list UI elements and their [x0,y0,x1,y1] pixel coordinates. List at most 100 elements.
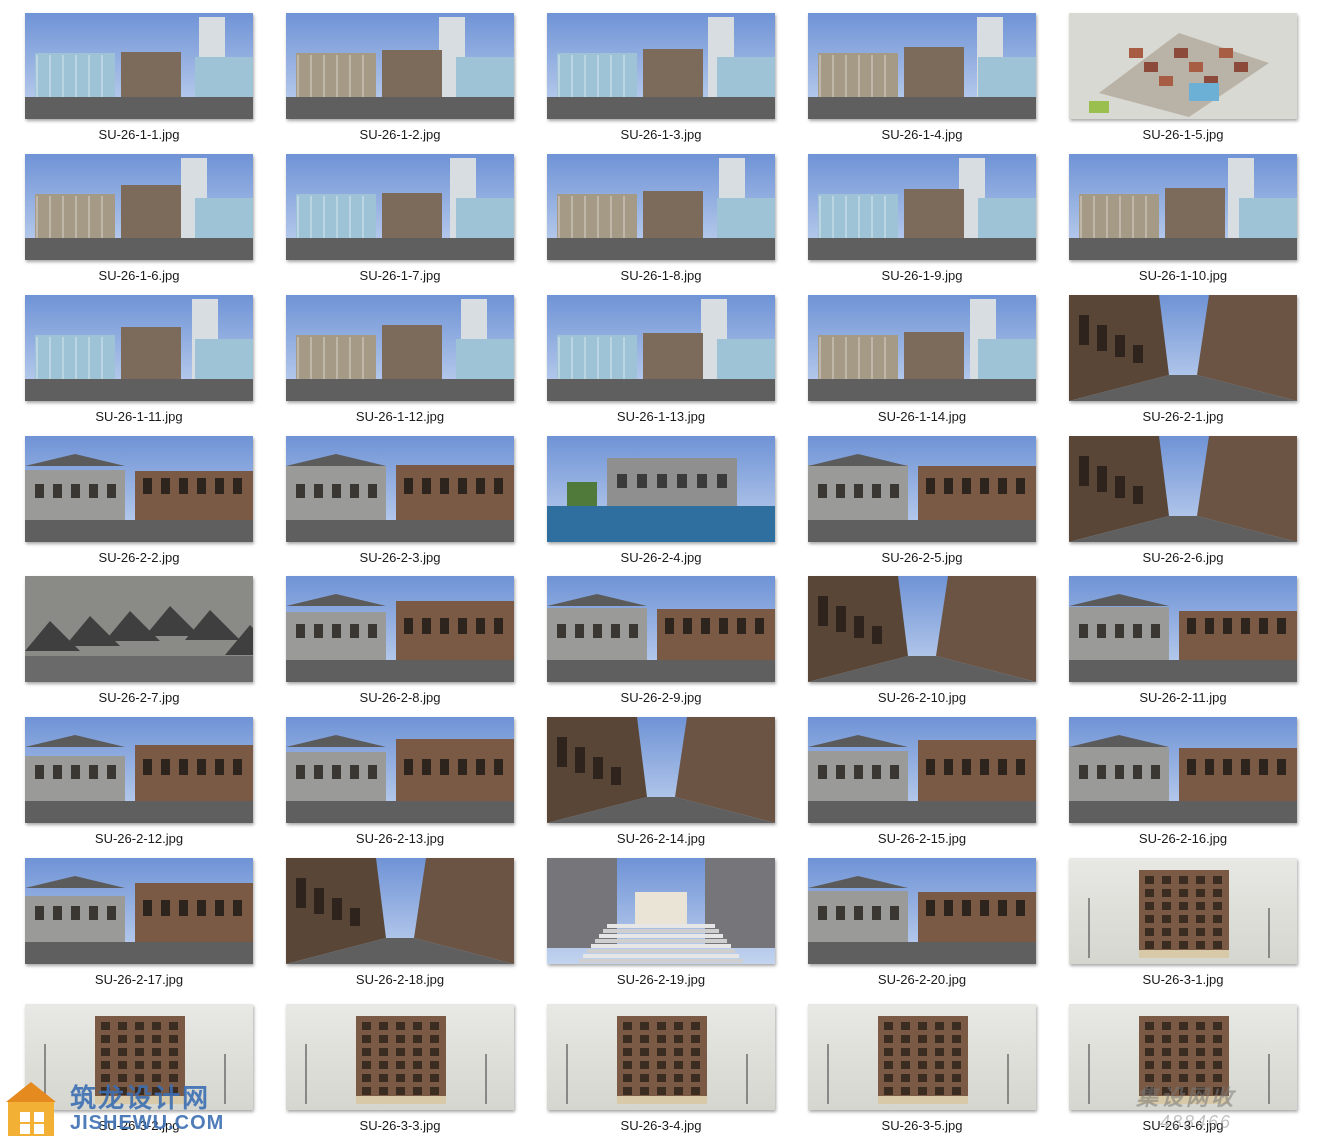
thumbnail-image[interactable] [25,576,253,682]
image-preview-classic [1069,576,1297,682]
file-name-label: SU-26-2-6.jpg [1142,550,1224,565]
image-preview-modern [808,13,1036,119]
thumbnail-image[interactable] [547,295,775,401]
thumbnail-image[interactable] [286,576,514,682]
image-preview-water [547,436,775,542]
file-name-label: SU-26-1-14.jpg [877,409,967,424]
file-name-label: SU-26-2-4.jpg [620,550,702,565]
image-preview-street [1069,295,1297,401]
thumbnail-image[interactable] [1069,436,1297,542]
image-preview-street [808,576,1036,682]
image-preview-classic [286,436,514,542]
file-name-label: SU-26-2-18.jpg [355,972,445,987]
image-preview-modern [25,295,253,401]
number-watermark: 488466 [1160,1112,1233,1132]
thumbnail-image[interactable] [1069,858,1297,964]
thumbnail-grid: SU-26-1-1.jpg SU-26-1-2.jpg SU-26-1-3.jpg S… [0,0,1319,1142]
file-name-label: SU-26-1-7.jpg [359,268,441,283]
image-preview-tower [808,1004,1036,1110]
file-name-label: SU-26-2-14.jpg [616,831,706,846]
file-name-label: SU-26-2-12.jpg [94,831,184,846]
image-preview-modern [808,295,1036,401]
image-preview-classic [808,858,1036,964]
image-preview-tower [1069,858,1297,964]
file-name-label: SU-26-2-17.jpg [94,972,184,987]
thumbnail-image[interactable] [1069,576,1297,682]
file-name-label: SU-26-2-13.jpg [355,831,445,846]
thumbnail-image[interactable] [808,1004,1036,1110]
thumbnail-image[interactable] [808,154,1036,260]
thumbnail-image[interactable] [547,436,775,542]
site-watermark: 筑龙设计网 JISHEWU.COM [0,1076,300,1142]
site-url: JISHEWU.COM [70,1112,225,1134]
thumbnail-image[interactable] [286,154,514,260]
file-name-label: SU-26-1-6.jpg [98,268,180,283]
file-name-label: SU-26-1-12.jpg [355,409,445,424]
thumbnail-image[interactable] [547,576,775,682]
thumbnail-image[interactable] [547,858,775,964]
image-preview-classic [25,717,253,823]
image-preview-classic [1069,717,1297,823]
file-name-label: SU-26-3-5.jpg [881,1118,963,1133]
thumbnail-image[interactable] [547,717,775,823]
image-preview-street [547,717,775,823]
file-name-label: SU-26-2-5.jpg [881,550,963,565]
image-preview-classic [808,436,1036,542]
thumbnail-image[interactable] [547,1004,775,1110]
image-preview-modern [808,154,1036,260]
file-name-label: SU-26-2-8.jpg [359,690,441,705]
file-name-label: SU-26-2-11.jpg [1139,690,1227,705]
thumbnail-image[interactable] [25,436,253,542]
thumbnail-image[interactable] [1069,13,1297,119]
file-name-label: SU-26-2-19.jpg [616,972,706,987]
thumbnail-image[interactable] [1069,154,1297,260]
thumbnail-image[interactable] [286,436,514,542]
image-preview-street [286,858,514,964]
image-preview-classic [286,717,514,823]
thumbnail-image[interactable] [547,154,775,260]
thumbnail-image[interactable] [808,717,1036,823]
file-name-label: SU-26-1-10.jpg [1138,268,1228,283]
thumbnail-image[interactable] [808,436,1036,542]
image-preview-tower [286,1004,514,1110]
file-name-label: SU-26-2-1.jpg [1142,409,1224,424]
thumbnail-image[interactable] [547,13,775,119]
file-name-label: SU-26-2-20.jpg [877,972,967,987]
file-name-label: SU-26-2-2.jpg [98,550,180,565]
thumbnail-image[interactable] [808,13,1036,119]
file-name-label: SU-26-1-4.jpg [881,127,963,142]
thumbnail-image[interactable] [25,717,253,823]
thumbnail-image[interactable] [286,295,514,401]
image-preview-modern [286,154,514,260]
image-preview-modern [547,154,775,260]
file-name-label: SU-26-1-13.jpg [616,409,706,424]
thumbnail-image[interactable] [286,858,514,964]
file-name-label: SU-26-1-11.jpg [95,409,183,424]
file-name-label: SU-26-2-15.jpg [877,831,967,846]
image-preview-modern [547,295,775,401]
thumbnail-image[interactable] [25,13,253,119]
thumbnail-image[interactable] [286,13,514,119]
file-name-label: SU-26-2-16.jpg [1138,831,1228,846]
thumbnail-image[interactable] [1069,295,1297,401]
file-name-label: SU-26-1-3.jpg [620,127,702,142]
file-name-label: SU-26-3-3.jpg [359,1118,441,1133]
file-name-label: SU-26-2-7.jpg [98,690,180,705]
thumbnail-image[interactable] [808,295,1036,401]
file-name-label: SU-26-1-2.jpg [359,127,441,142]
file-name-label: SU-26-1-9.jpg [881,268,963,283]
image-preview-street [1069,436,1297,542]
thumbnail-image[interactable] [286,1004,514,1110]
thumbnail-image[interactable] [1069,717,1297,823]
image-preview-classic [25,436,253,542]
file-name-label: SU-26-2-10.jpg [877,690,967,705]
site-logo-icon [6,1082,56,1136]
thumbnail-image[interactable] [25,858,253,964]
thumbnail-image[interactable] [25,154,253,260]
thumbnail-image[interactable] [25,295,253,401]
thumbnail-image[interactable] [808,858,1036,964]
file-name-label: SU-26-1-1.jpg [98,127,180,142]
thumbnail-image[interactable] [286,717,514,823]
thumbnail-image[interactable] [808,576,1036,682]
image-preview-classic [25,858,253,964]
